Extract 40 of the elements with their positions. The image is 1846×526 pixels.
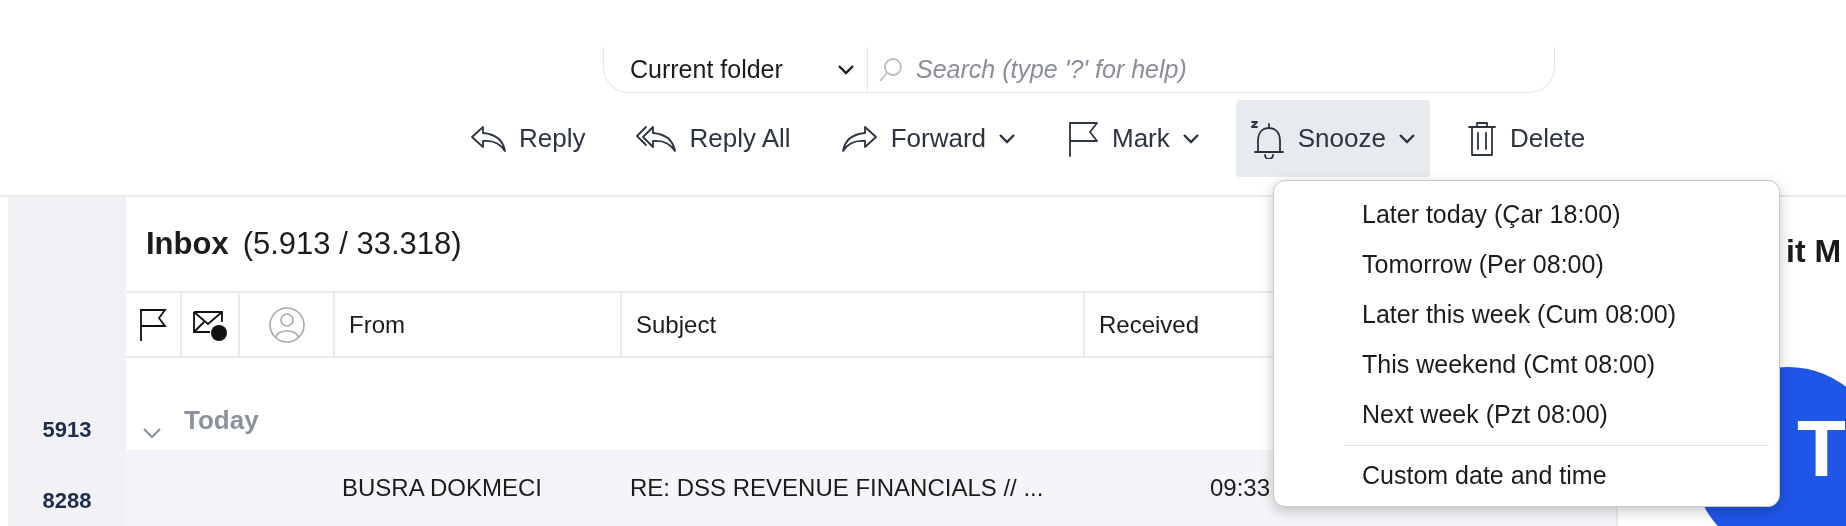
bell-icon: [1249, 118, 1286, 159]
chevron-down-icon: [998, 132, 1016, 145]
toolbar-button[interactable]: Mark: [1052, 100, 1214, 177]
unread-count: 5913: [42, 416, 92, 444]
reply-all-icon: [635, 123, 678, 154]
menu-item[interactable]: Later this week (Cum 08:00): [1274, 289, 1779, 339]
search-icon: [878, 56, 904, 83]
chevron-down-icon: [1397, 132, 1416, 145]
chevron-down-icon[interactable]: [142, 426, 162, 441]
menu-item[interactable]: Next week (Pzt 08:00): [1274, 389, 1779, 439]
column-header[interactable]: From: [349, 306, 405, 343]
folder-title: Inbox: [146, 224, 229, 263]
forward-icon: [840, 123, 879, 154]
message-count: (5.913 / 33.318): [242, 224, 462, 263]
scope-dropdown[interactable]: Current folder: [604, 47, 868, 92]
chevron-down-icon: [1181, 132, 1200, 145]
sender: BUSRA DOKMECI: [342, 473, 544, 504]
search-field[interactable]: Search (type '?' for help): [914, 49, 1554, 90]
message-title: it M: [1786, 232, 1842, 271]
trash-icon: [1465, 119, 1498, 158]
toolbar-button[interactable]: Snooze: [1235, 100, 1430, 177]
person-icon: [267, 305, 306, 344]
flag-icon: [138, 307, 168, 342]
column-header[interactable]: Received: [1099, 306, 1200, 343]
menu-item[interactable]: Later today (Çar 18:00): [1274, 189, 1779, 239]
flag-icon: [1066, 120, 1100, 157]
menu-item[interactable]: Tomorrow (Per 08:00): [1274, 239, 1779, 289]
menu-item[interactable]: This weekend (Cmt 08:00): [1274, 339, 1779, 389]
toolbar-button[interactable]: Delete: [1451, 100, 1600, 177]
subject: RE: DSS REVENUE FINANCIALS // ...: [630, 473, 1045, 504]
toolbar-button[interactable]: Reply All: [621, 100, 805, 177]
search-box[interactable]: Current folder Search (type '?' for help): [603, 47, 1555, 93]
unread-count: 8288: [42, 487, 92, 515]
received-time: 09:33: [1210, 473, 1271, 504]
toolbar-button[interactable]: Reply: [455, 100, 600, 177]
reply-icon: [469, 123, 507, 154]
group-header: Today: [184, 404, 259, 438]
chevron-down-icon: [837, 63, 855, 76]
toolbar-button[interactable]: Forward: [826, 100, 1030, 177]
column-header[interactable]: Subject: [636, 306, 717, 343]
